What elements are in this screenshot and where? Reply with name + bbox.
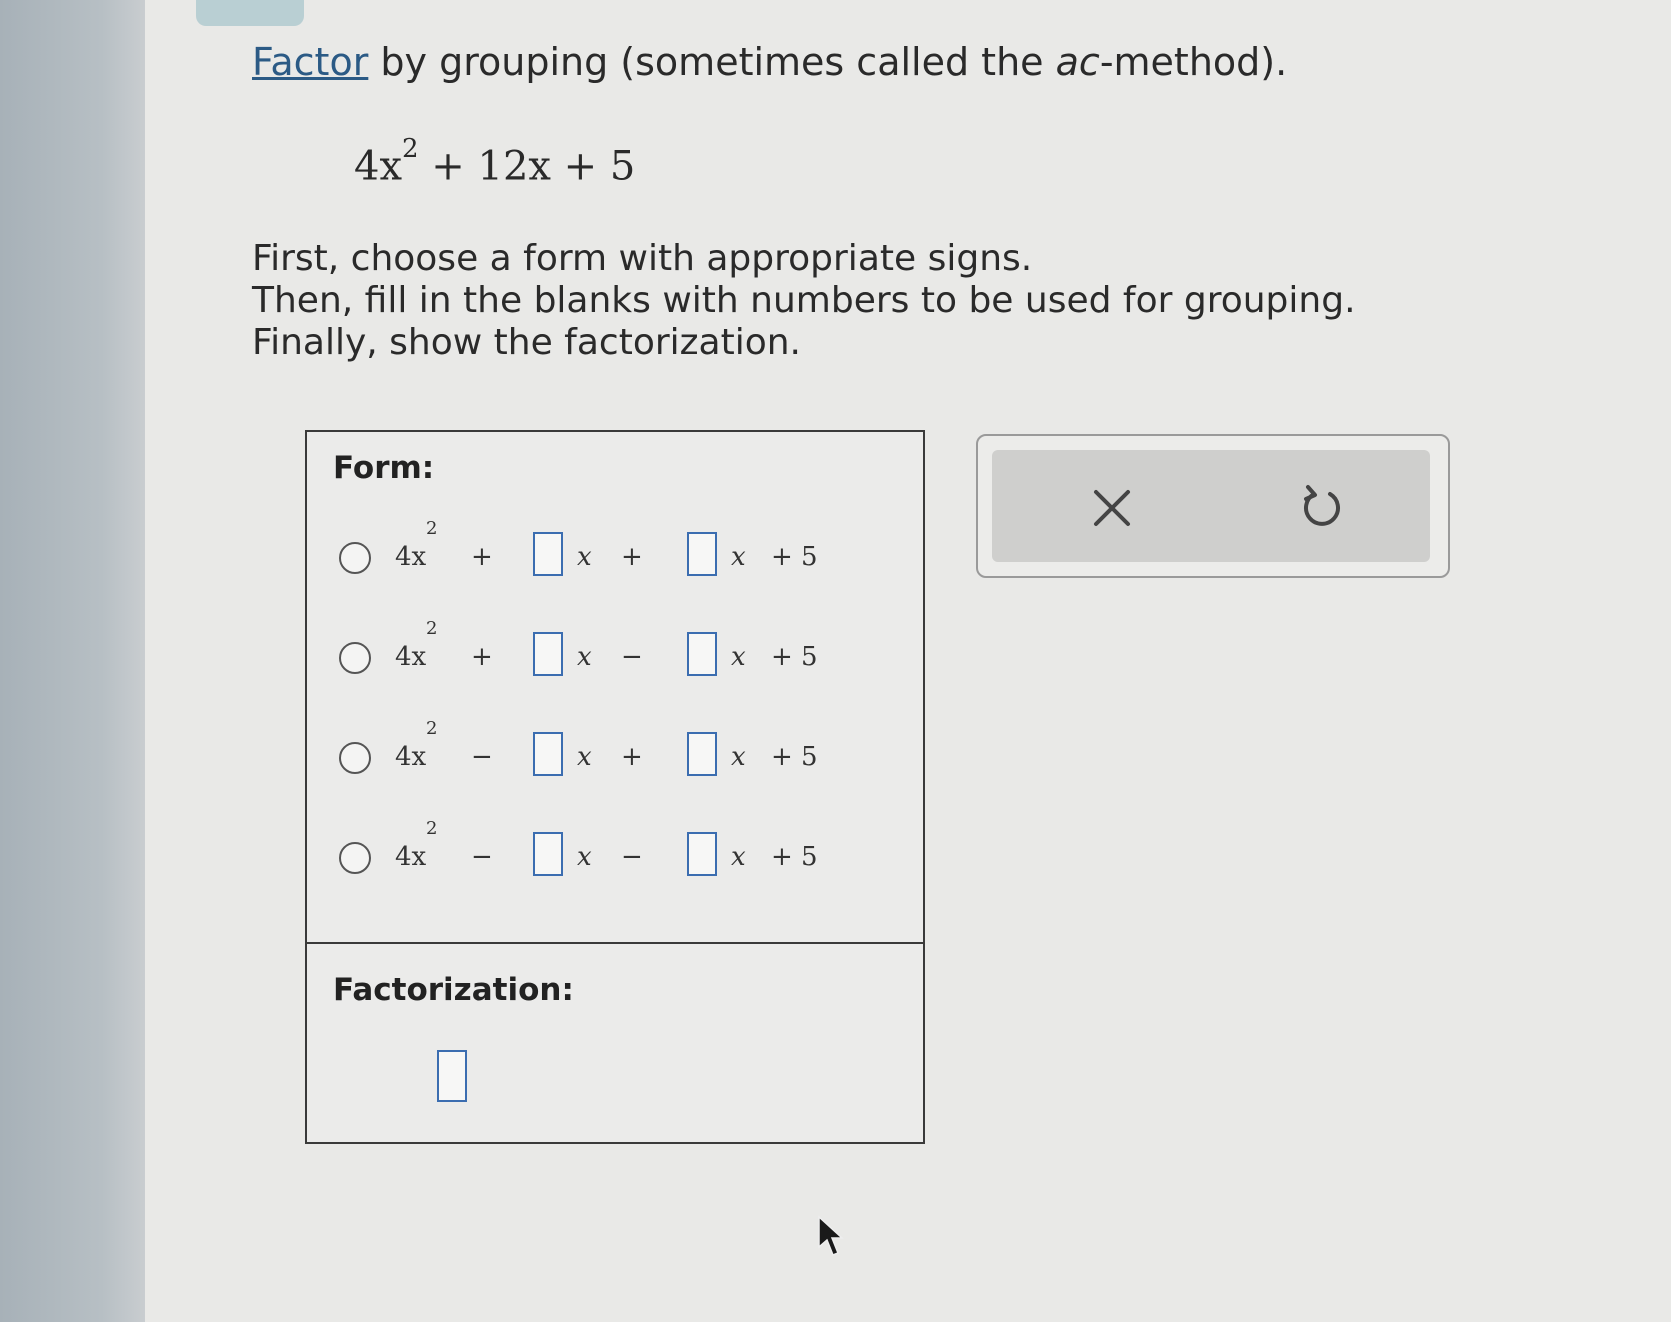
answer-box: Form: 4x 2 + x + x + 5 4x 2 + x − x + 5 bbox=[305, 430, 925, 1144]
problem-title: Factor by grouping (sometimes called the… bbox=[252, 40, 1288, 84]
form-option-radio[interactable] bbox=[339, 742, 371, 774]
clear-button[interactable] bbox=[1082, 478, 1142, 538]
constant-term: + 5 bbox=[771, 542, 818, 572]
form-section: Form: 4x 2 + x + x + 5 4x 2 + x − x + 5 bbox=[307, 432, 923, 944]
sign-1: + bbox=[471, 542, 493, 572]
coefficient-blank-2[interactable] bbox=[687, 532, 717, 576]
constant-term: + 5 bbox=[771, 842, 818, 872]
coefficient-blank-2[interactable] bbox=[687, 732, 717, 776]
coefficient-blank-1[interactable] bbox=[533, 732, 563, 776]
form-option-2[interactable]: 4x 2 + x − x + 5 bbox=[331, 618, 891, 688]
instruction-line-2: Then, fill in the blanks with numbers to… bbox=[252, 280, 1356, 321]
form-option-radio[interactable] bbox=[339, 842, 371, 874]
undo-icon bbox=[1304, 485, 1340, 526]
tool-panel-inner bbox=[992, 450, 1430, 562]
factorization-blank[interactable] bbox=[437, 1050, 467, 1102]
sign-1: − bbox=[471, 742, 493, 772]
coefficient-blank-1[interactable] bbox=[533, 832, 563, 876]
sign-2: − bbox=[621, 642, 643, 672]
top-tab[interactable] bbox=[196, 0, 304, 26]
form-option-3[interactable]: 4x 2 − x + x + 5 bbox=[331, 718, 891, 788]
form-label: Form: bbox=[333, 450, 435, 486]
coefficient-blank-1[interactable] bbox=[533, 632, 563, 676]
factor-link[interactable]: Factor bbox=[252, 40, 368, 84]
form-option-radio[interactable] bbox=[339, 542, 371, 574]
undo-button[interactable] bbox=[1292, 478, 1352, 538]
tool-panel bbox=[976, 434, 1450, 578]
coefficient-blank-2[interactable] bbox=[687, 832, 717, 876]
factorization-label: Factorization: bbox=[333, 972, 574, 1008]
mouse-cursor-icon bbox=[818, 1215, 844, 1256]
sign-2: + bbox=[621, 542, 643, 572]
instruction-line-3: Finally, show the factorization. bbox=[252, 322, 801, 363]
form-option-1[interactable]: 4x 2 + x + x + 5 bbox=[331, 518, 891, 588]
sign-2: − bbox=[621, 842, 643, 872]
coefficient-blank-2[interactable] bbox=[687, 632, 717, 676]
coefficient-blank-1[interactable] bbox=[533, 532, 563, 576]
screen-bezel bbox=[0, 0, 145, 1322]
instructions: First, choose a form with appropriate si… bbox=[252, 238, 1356, 364]
constant-term: + 5 bbox=[771, 742, 818, 772]
close-icon bbox=[1094, 490, 1130, 526]
polynomial-expression: 4x2 + 12x + 5 bbox=[354, 134, 636, 190]
form-option-4[interactable]: 4x 2 − x − x + 5 bbox=[331, 818, 891, 888]
sign-2: + bbox=[621, 742, 643, 772]
instruction-line-1: First, choose a form with appropriate si… bbox=[252, 238, 1033, 279]
sign-1: − bbox=[471, 842, 493, 872]
constant-term: + 5 bbox=[771, 642, 818, 672]
form-option-radio[interactable] bbox=[339, 642, 371, 674]
sign-1: + bbox=[471, 642, 493, 672]
